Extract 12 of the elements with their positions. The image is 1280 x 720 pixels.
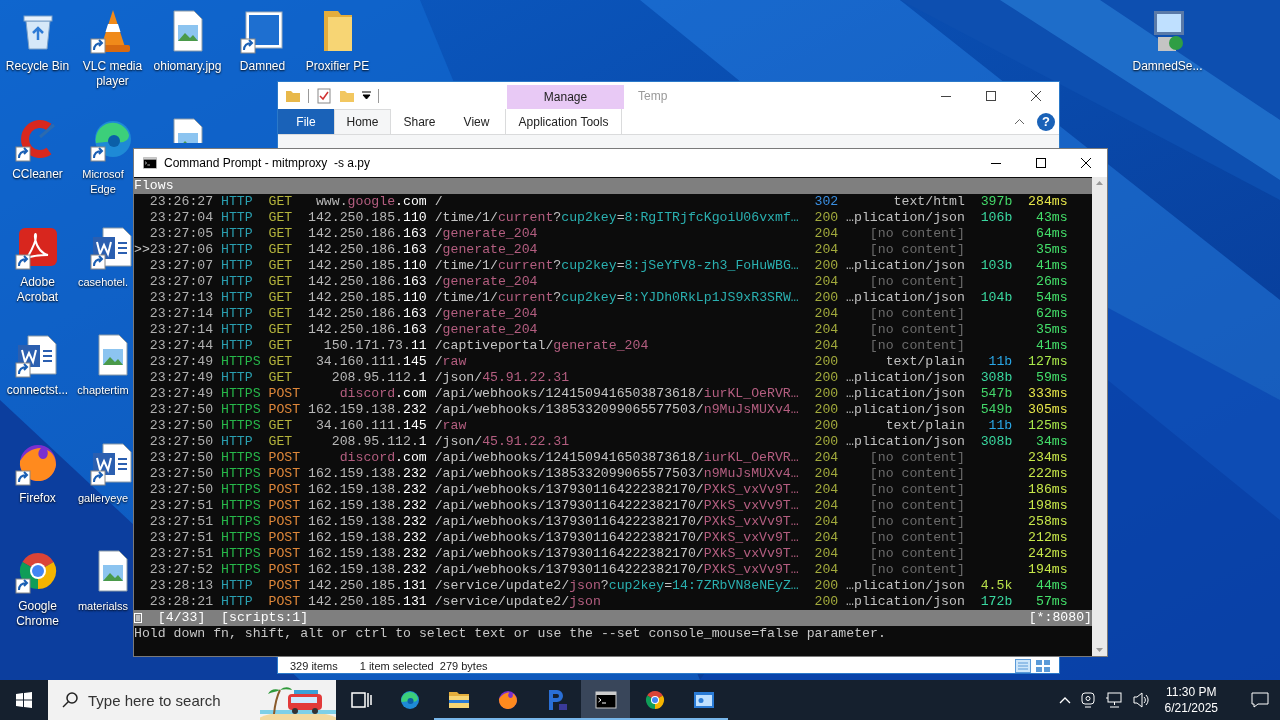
search-field[interactable]: Type here to search: [48, 680, 260, 720]
speaker-icon[interactable]: [1132, 692, 1151, 708]
taskbar-button[interactable]: [581, 680, 630, 720]
notification-icon[interactable]: [1251, 692, 1269, 708]
terminal-icon[interactable]: [593, 688, 618, 712]
start-icon[interactable]: [16, 692, 32, 708]
chevron-up-icon[interactable]: [1058, 696, 1071, 704]
network-icon[interactable]: [1104, 692, 1123, 708]
clock-date[interactable]: 6/21/2025: [1164, 700, 1218, 716]
webcam-icon[interactable]: [1080, 692, 1095, 708]
clock-time[interactable]: 11:30 PM: [1166, 684, 1217, 700]
search-icon: [62, 692, 78, 708]
